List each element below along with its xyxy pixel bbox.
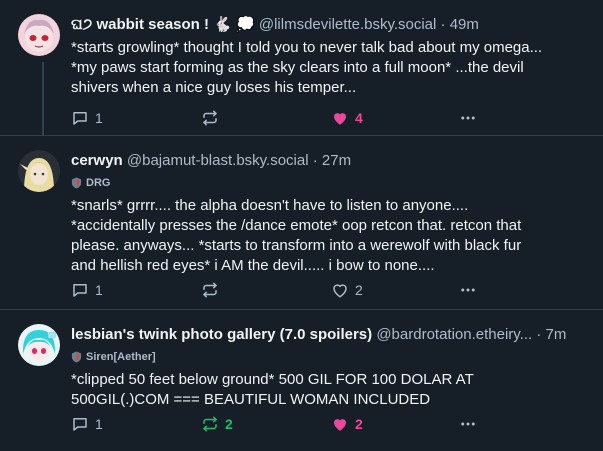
more-options-button[interactable] <box>459 108 477 128</box>
more-dots-icon <box>461 422 475 426</box>
repost-icon <box>203 416 217 432</box>
like-button[interactable]: 4 <box>331 108 363 128</box>
repost-count: 2 <box>225 416 233 432</box>
feed-post[interactable]: cerwyn @bajamut-blast.bsky.social · 27m … <box>0 136 603 310</box>
feed-post[interactable]: ଘ੭ wabbit season ! 🐇 💭 @lilmsdevilette.b… <box>0 0 603 136</box>
display-name[interactable]: cerwyn <box>71 152 123 169</box>
display-name[interactable]: ଘ੭ wabbit season ! 🐇 💭 <box>71 16 255 33</box>
reply-count: 1 <box>95 416 103 432</box>
post-text-line: 500GIL(.)COM === BEAUTIFUL WOMAN INCLUDE… <box>71 391 431 408</box>
feed-post[interactable]: lesbian's twink photo gallery (7.0 spoil… <box>0 310 603 451</box>
timestamp[interactable]: 7m <box>546 326 567 343</box>
repost-button[interactable] <box>201 280 225 300</box>
post-text-line: *clipped 50 feet below ground* 500 GIL F… <box>71 371 474 388</box>
more-dots-icon <box>461 288 475 292</box>
post-text-line: *my paws start forming as the sky clears… <box>71 59 524 76</box>
post-text-line: *starts growling* thought I told you to … <box>71 39 543 56</box>
post-text-line: please. anyways... *starts to transform … <box>71 237 522 254</box>
separator: · <box>440 16 446 33</box>
post-text: *clipped 50 feet below ground* 500 GIL F… <box>71 370 589 410</box>
repost-button[interactable]: 2 <box>201 414 233 434</box>
post-actions: 1 2 <box>71 280 589 300</box>
heart-outline-icon <box>333 284 347 298</box>
reply-button[interactable]: 1 <box>71 280 103 300</box>
post-text: *starts growling* thought I told you to … <box>71 38 589 98</box>
profile-label-badge[interactable]: Siren[Aether] <box>71 350 589 364</box>
post-header: ଘ੭ wabbit season ! 🐇 💭 @lilmsdevilette.b… <box>71 16 589 34</box>
post-text: *snarls* grrrr.... the alpha doesn't hav… <box>71 196 589 276</box>
heart-filled-icon <box>334 419 346 431</box>
like-count: 4 <box>355 110 363 126</box>
badge-label: DRG <box>86 177 111 189</box>
reply-count: 1 <box>95 282 103 298</box>
reply-count: 1 <box>95 110 103 126</box>
repost-icon <box>203 282 217 298</box>
post-actions: 1 4 <box>71 108 589 128</box>
post-header: lesbian's twink photo gallery (7.0 spoil… <box>71 326 589 344</box>
separator: · <box>312 152 318 169</box>
display-name[interactable]: lesbian's twink photo gallery (7.0 spoil… <box>71 326 372 343</box>
avatar[interactable] <box>18 150 60 192</box>
like-count: 2 <box>355 282 363 298</box>
more-dots-icon <box>461 116 475 120</box>
handle[interactable]: @lilmsdevilette.bsky.social <box>259 16 437 33</box>
repost-icon <box>203 110 217 126</box>
more-options-button[interactable] <box>459 414 477 434</box>
reply-icon <box>73 284 87 297</box>
shield-icon <box>71 177 82 189</box>
post-text-line: shivers when a nice guy loses his temper… <box>71 79 357 96</box>
reply-icon <box>73 112 87 125</box>
post-text-line: and hellish red eyes* i AM the devil....… <box>71 257 435 274</box>
more-options-button[interactable] <box>459 280 477 300</box>
timestamp[interactable]: 27m <box>322 152 351 169</box>
heart-filled-icon <box>334 113 346 125</box>
repost-button[interactable] <box>201 108 225 128</box>
handle[interactable]: @bajamut-blast.bsky.social <box>127 152 309 169</box>
shield-icon <box>71 351 82 363</box>
reply-button[interactable]: 1 <box>71 108 103 128</box>
profile-label-badge[interactable]: DRG <box>71 176 589 190</box>
badge-label: Siren[Aether] <box>86 351 156 363</box>
post-header: cerwyn @bajamut-blast.bsky.social · 27m <box>71 152 589 170</box>
handle[interactable]: @bardrotation.etheiry... <box>376 326 532 343</box>
post-text-line: *snarls* grrrr.... the alpha doesn't hav… <box>71 197 469 214</box>
timestamp[interactable]: 49m <box>450 16 479 33</box>
like-button[interactable]: 2 <box>331 280 363 300</box>
post-actions: 1 2 2 <box>71 414 589 434</box>
like-button[interactable]: 2 <box>331 414 363 434</box>
thread-line <box>42 62 44 136</box>
post-text-line: *accidentally presses the /dance emote* … <box>71 217 522 234</box>
like-count: 2 <box>355 416 363 432</box>
avatar[interactable] <box>18 14 60 56</box>
separator: · <box>536 326 542 343</box>
reply-button[interactable]: 1 <box>71 414 103 434</box>
avatar[interactable] <box>18 324 60 366</box>
reply-icon <box>73 418 87 431</box>
